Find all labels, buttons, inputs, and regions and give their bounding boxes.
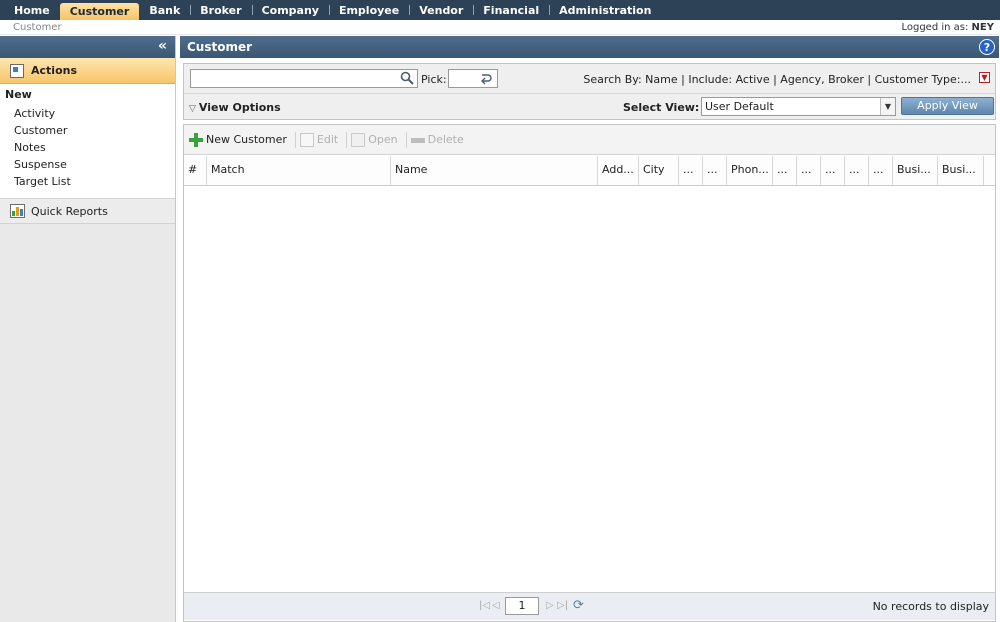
help-icon[interactable]: ? (979, 39, 995, 55)
column-header-col10[interactable]: ... (797, 156, 821, 185)
nav-broker[interactable]: Broker (190, 0, 251, 20)
page-number-input[interactable]: 1 (505, 597, 539, 615)
breadcrumb: Customer (13, 22, 62, 33)
column-header-col11[interactable]: ... (821, 156, 845, 185)
open-button[interactable]: Open (351, 132, 401, 147)
column-header-number[interactable]: # (184, 156, 207, 185)
triangle-down-icon: ▽ (189, 104, 196, 114)
grid-header: # Match Name Add... City ... ... Phon...… (184, 156, 995, 186)
collapse-sidebar-button[interactable]: « (0, 36, 175, 58)
pick-go-icon[interactable] (480, 72, 494, 86)
column-header-city[interactable]: City (639, 156, 679, 185)
first-page-icon[interactable]: |◁ (479, 600, 490, 611)
next-page-icon[interactable]: ▷ (546, 600, 554, 611)
column-header-match[interactable]: Match (207, 156, 391, 185)
divider (184, 93, 995, 94)
new-target-list-link[interactable]: Target List (0, 173, 175, 190)
nav-financial[interactable]: Financial (473, 0, 549, 20)
column-header-col12[interactable]: ... (845, 156, 869, 185)
new-customer-link[interactable]: Customer (0, 122, 175, 139)
column-header-phone[interactable]: Phon... (727, 156, 773, 185)
actions-icon (10, 63, 24, 78)
pager: |◁ ◁ 1 ▷ ▷| ⟳ No records to display (184, 592, 995, 620)
grid-toolbar: New Customer Edit Open Delete (184, 125, 995, 155)
nav-bank[interactable]: Bank (139, 0, 190, 20)
select-view-dropdown[interactable]: User Default ▼ (701, 97, 896, 116)
column-header-col7[interactable]: ... (703, 156, 727, 185)
new-customer-label: New Customer (206, 133, 287, 146)
view-options-toggle[interactable]: ▽ View Options (189, 101, 281, 114)
apply-view-button[interactable]: Apply View (901, 97, 994, 115)
toolbar-separator (346, 131, 348, 148)
main-panel: Customer ? Pick: Search By: Name | Inclu… (180, 36, 999, 622)
page-title-bar: Customer ? (180, 36, 999, 58)
open-label: Open (368, 133, 398, 146)
search-criteria-summary: Search By: Name | Include: Active | Agen… (583, 73, 971, 86)
new-section-label: New (5, 88, 32, 101)
breadcrumb-row: Customer Logged in as: NEY (0, 20, 1000, 35)
last-page-icon[interactable]: ▷| (557, 600, 568, 611)
grid-body (184, 186, 995, 592)
actions-header[interactable]: Actions (0, 58, 175, 84)
delete-button[interactable]: Delete (410, 133, 468, 146)
records-status: No records to display (872, 600, 989, 613)
select-view-value: User Default (705, 100, 774, 113)
column-header-col13[interactable]: ... (869, 156, 893, 185)
search-icon[interactable] (400, 71, 414, 85)
page-title: Customer (187, 40, 253, 54)
login-status: Logged in as: NEY (901, 22, 994, 33)
new-suspense-link[interactable]: Suspense (0, 156, 175, 173)
view-options-label: View Options (198, 101, 281, 114)
column-header-col6[interactable]: ... (679, 156, 703, 185)
actions-title: Actions (31, 64, 77, 77)
edit-label: Edit (316, 133, 339, 146)
edit-icon (299, 132, 314, 147)
chevron-down-icon[interactable]: ▼ (880, 98, 895, 115)
bar-chart-icon (10, 204, 25, 218)
nav-administration[interactable]: Administration (549, 0, 661, 20)
login-user: NEY (971, 22, 994, 33)
toolbar-separator (405, 131, 407, 148)
nav-company[interactable]: Company (251, 0, 329, 20)
pick-label: Pick: (421, 73, 447, 86)
results-grid: New Customer Edit Open Delete # Match Na… (183, 124, 996, 622)
folder-icon (351, 132, 366, 147)
plus-icon (189, 132, 203, 147)
sidebar: « Actions New Activity Customer Notes Su… (0, 36, 176, 622)
edit-button[interactable]: Edit (299, 132, 342, 147)
nav-customer[interactable]: Customer (59, 3, 140, 20)
column-header-col9[interactable]: ... (773, 156, 797, 185)
nav-vendor[interactable]: Vendor (409, 0, 473, 20)
nav-home[interactable]: Home (4, 0, 60, 20)
new-activity-link[interactable]: Activity (0, 105, 175, 122)
column-header-business1[interactable]: Busi... (893, 156, 938, 185)
toolbar-separator (294, 131, 296, 148)
column-header-business2[interactable]: Busi... (938, 156, 984, 185)
column-header-address[interactable]: Add... (598, 156, 639, 185)
nav-employee[interactable]: Employee (328, 0, 409, 20)
search-panel: Pick: Search By: Name | Include: Active … (183, 63, 996, 120)
chevron-down-icon[interactable]: ▼ (979, 72, 990, 83)
actions-panel: New Activity Customer Notes Suspense Tar… (0, 84, 175, 198)
login-prefix: Logged in as: (901, 22, 969, 33)
column-header-name[interactable]: Name (391, 156, 598, 185)
delete-icon (410, 137, 425, 143)
refresh-icon[interactable]: ⟳ (573, 598, 588, 613)
new-notes-link[interactable]: Notes (0, 139, 175, 156)
delete-label: Delete (427, 133, 464, 146)
quick-reports-header[interactable]: Quick Reports (0, 198, 175, 224)
prev-page-icon[interactable]: ◁ (492, 600, 500, 611)
new-customer-button[interactable]: New Customer (189, 132, 291, 147)
search-input[interactable] (190, 69, 418, 88)
top-nav: Home Customer Bank Broker Company Employ… (0, 0, 1000, 20)
select-view-label: Select View: (623, 101, 700, 114)
quick-reports-label: Quick Reports (31, 204, 108, 218)
